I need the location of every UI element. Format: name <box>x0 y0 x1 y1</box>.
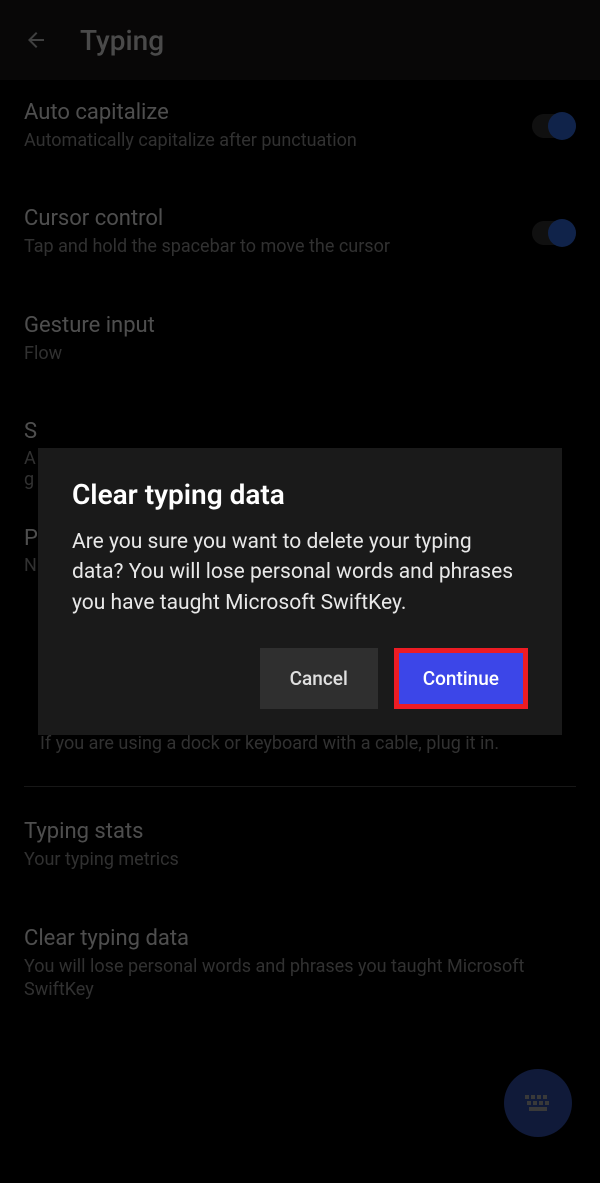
cancel-button[interactable]: Cancel <box>260 648 378 709</box>
continue-button[interactable]: Continue <box>394 648 528 709</box>
dialog-buttons: Cancel Continue <box>72 648 528 709</box>
dialog-body: Are you sure you want to delete your typ… <box>72 527 528 618</box>
dialog-title: Clear typing data <box>72 478 528 511</box>
clear-typing-dialog: Clear typing data Are you sure you want … <box>38 448 562 735</box>
